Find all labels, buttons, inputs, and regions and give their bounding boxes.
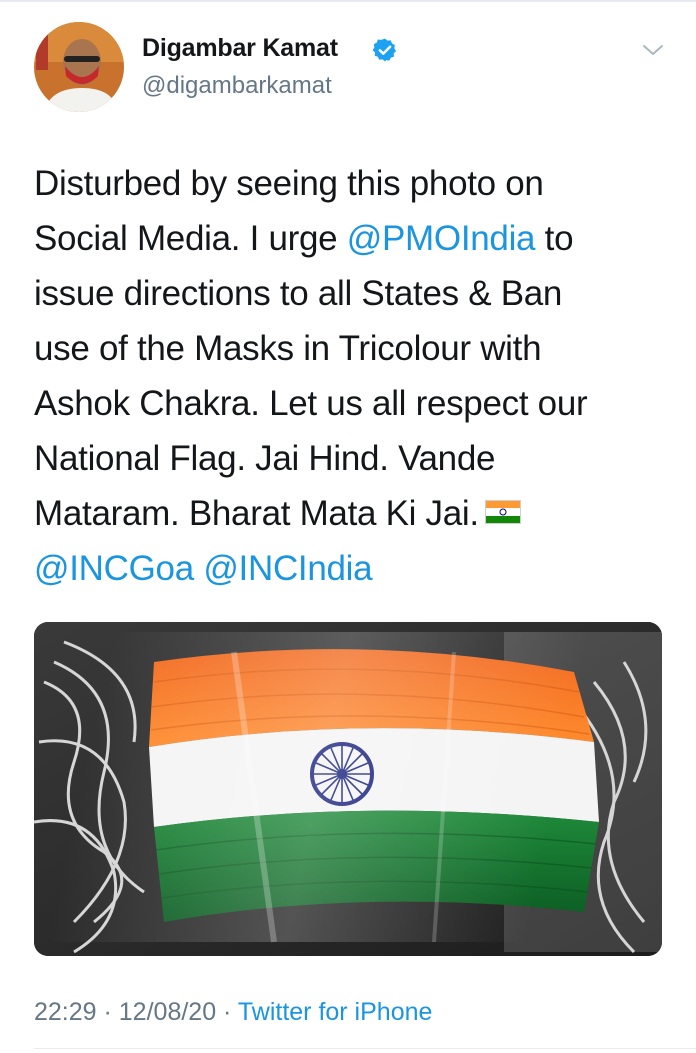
tweet-text-fragment: Social Media. I urge bbox=[34, 219, 347, 258]
bottom-divider bbox=[34, 1048, 696, 1049]
chevron-down-icon[interactable] bbox=[641, 40, 665, 60]
tweet-line: National Flag. Jai Hind. Vande bbox=[34, 439, 496, 478]
author-avatar[interactable] bbox=[34, 22, 124, 112]
meta-separator: · bbox=[216, 998, 238, 1026]
tweet-text-fragment: to bbox=[535, 219, 574, 258]
mention-incgoa-link[interactable]: @INCGoa bbox=[34, 549, 194, 588]
tweet-media-photo[interactable] bbox=[34, 622, 662, 956]
tweet-line: use of the Masks in Tricolour with bbox=[34, 329, 542, 368]
tweet-text-fragment: Mataram. Bharat Mata Ki Jai. bbox=[34, 494, 479, 533]
tweet-date[interactable]: 12/08/20 bbox=[119, 998, 216, 1026]
tweet-metadata: 22:29 · 12/08/20 · Twitter for iPhone bbox=[34, 998, 432, 1027]
profile-photo-icon bbox=[34, 22, 124, 112]
tweet-line: Disturbed by seeing this photo on bbox=[34, 164, 544, 203]
tweet-line: issue directions to all States & Ban bbox=[34, 274, 563, 313]
author-handle[interactable]: @digambarkamat bbox=[142, 72, 332, 100]
meta-separator: · bbox=[96, 998, 119, 1026]
tweet-line: Mataram. Bharat Mata Ki Jai. bbox=[34, 486, 674, 541]
mention-pmoindia-link[interactable]: @PMOIndia bbox=[347, 219, 536, 258]
author-display-name[interactable]: Digambar Kamat bbox=[142, 34, 338, 63]
india-flag-emoji-icon bbox=[484, 499, 521, 524]
mention-incindia-link[interactable]: @INCIndia bbox=[203, 549, 372, 588]
tweet-text: Disturbed by seeing this photo on Social… bbox=[34, 156, 674, 596]
tweet-line: Ashok Chakra. Let us all respect our bbox=[34, 384, 588, 423]
tweet-line: @INCGoa @INCIndia bbox=[34, 541, 674, 596]
verified-badge-icon bbox=[372, 38, 397, 62]
tweet-time[interactable]: 22:29 bbox=[34, 998, 97, 1026]
top-divider bbox=[0, 0, 696, 2]
tweet-line: Social Media. I urge @PMOIndia to bbox=[34, 211, 674, 266]
tweet-source-link[interactable]: Twitter for iPhone bbox=[238, 998, 433, 1026]
tricolour-mask-photo-icon bbox=[34, 622, 662, 956]
